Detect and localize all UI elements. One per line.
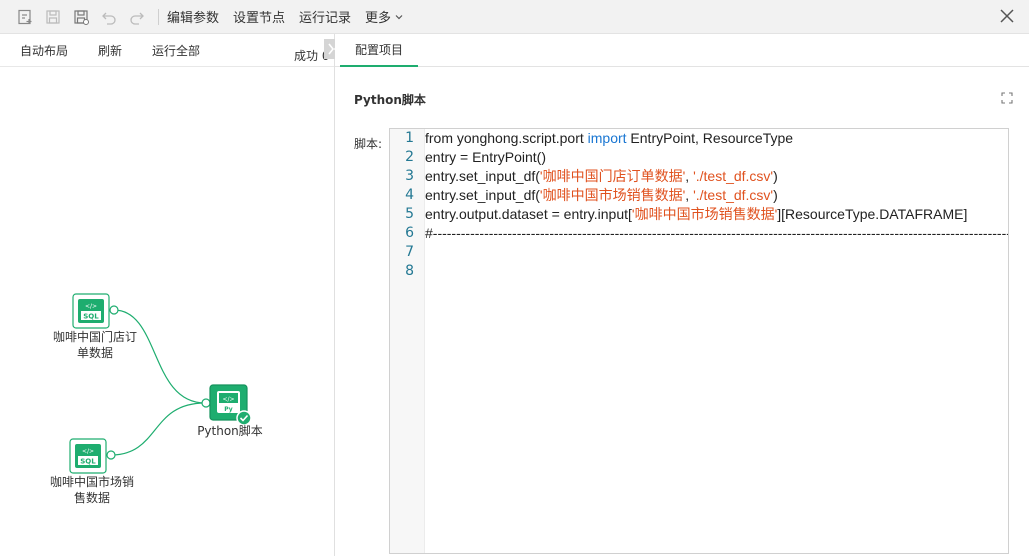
refresh-button[interactable]: 刷新 — [98, 42, 122, 59]
line-number: 2 — [405, 149, 414, 165]
svg-text:SQL: SQL — [83, 313, 99, 321]
line-number: 1 — [405, 130, 414, 146]
code-token: , — [685, 168, 694, 184]
code-token: ) — [773, 187, 778, 203]
node-label-line: 单数据 — [76, 346, 113, 360]
new-icon[interactable] — [14, 6, 36, 28]
config-panel: 配置项目 Python脚本 脚本: 1 2 3 4 5 6 7 8 from y… — [335, 34, 1029, 556]
undo-icon[interactable] — [98, 6, 120, 28]
node-label-line: 咖啡中国门店订 — [52, 330, 137, 344]
node-label-line: 咖啡中国市场销 — [49, 475, 134, 489]
edit-params-menu[interactable]: 编辑参数 — [167, 7, 219, 26]
code-token: entry.set_input_df( — [425, 168, 540, 184]
code-keyword: import — [587, 130, 627, 146]
code-line-6: #---------------------------------------… — [425, 225, 1008, 241]
line-number: 3 — [405, 168, 414, 184]
sql-node-store-orders: </> SQL — [72, 293, 119, 329]
run-all-button[interactable]: 运行全部 — [152, 42, 200, 59]
section-title: Python脚本 — [354, 93, 426, 107]
set-node-menu[interactable]: 设置节点 — [233, 7, 285, 26]
code-token: entry.output.dataset = entry.input[ — [425, 206, 632, 222]
script-field-label: 脚本: — [354, 137, 383, 151]
chevron-down-icon — [395, 14, 403, 19]
code-line-5: entry.output.dataset = entry.input['咖啡中国… — [425, 205, 967, 224]
python-node: </> Py — [201, 384, 252, 426]
config-tabs: 配置项目 — [335, 34, 1029, 67]
line-number: 4 — [405, 187, 414, 203]
line-number: 7 — [405, 244, 414, 260]
code-line-1: from yonghong.script.port import EntryPo… — [425, 129, 793, 148]
svg-text:</>: </> — [222, 396, 234, 403]
node-label-line: 售数据 — [73, 491, 110, 505]
workflow-panel: 自动布局 刷新 运行全部 成功 0 </> SQL </> SQL </> Py… — [0, 34, 344, 556]
code-editor[interactable]: 1 2 3 4 5 6 7 8 from yonghong.script.por… — [389, 128, 1009, 554]
line-number: 5 — [405, 206, 414, 222]
code-string: '咖啡中国市场销售数据' — [539, 187, 686, 203]
toolbar-divider — [158, 8, 159, 25]
more-menu-label: 更多 — [365, 11, 392, 26]
svg-text:</>: </> — [85, 303, 97, 310]
save-icon[interactable] — [42, 6, 64, 28]
tab-config-items[interactable]: 配置项目 — [340, 34, 418, 67]
run-history-menu[interactable]: 运行记录 — [299, 7, 351, 26]
more-menu[interactable]: 更多 — [365, 7, 404, 26]
save-as-icon[interactable] — [70, 6, 92, 28]
top-toolbar: 编辑参数 设置节点 运行记录 更多 — [0, 0, 1029, 34]
expand-icon[interactable] — [1001, 92, 1013, 104]
code-line-2: entry = EntryPoint() — [425, 149, 546, 165]
code-token: EntryPoint, ResourceType — [626, 130, 794, 146]
code-string: './test_df.csv' — [693, 187, 774, 203]
code-token: from yonghong.script.port — [425, 130, 588, 146]
code-string: '咖啡中国市场销售数据' — [631, 206, 778, 222]
line-number: 8 — [405, 263, 414, 279]
line-number-gutter: 1 2 3 4 5 6 7 8 — [390, 129, 425, 553]
code-line-3: entry.set_input_df('咖啡中国门店订单数据', './test… — [425, 167, 778, 186]
auto-layout-button[interactable]: 自动布局 — [20, 42, 68, 59]
code-string: './test_df.csv' — [693, 168, 774, 184]
python-node-label: Python脚本 — [197, 424, 263, 438]
code-string: '咖啡中国门店订单数据' — [539, 168, 686, 184]
close-icon[interactable] — [999, 8, 1015, 24]
code-token: entry.set_input_df( — [425, 187, 540, 203]
svg-text:</>: </> — [82, 448, 94, 455]
code-token: , — [685, 187, 694, 203]
code-token: ) — [773, 168, 778, 184]
code-token: ][ResourceType.DATAFRAME] — [777, 206, 968, 222]
svg-text:Py: Py — [224, 406, 233, 413]
sql-node-market-sales: </> SQL — [69, 438, 116, 474]
redo-icon[interactable] — [126, 6, 148, 28]
code-line-4: entry.set_input_df('咖啡中国市场销售数据', './test… — [425, 186, 778, 205]
line-number: 6 — [405, 225, 414, 241]
workflow-canvas[interactable]: </> SQL </> SQL </> Py 咖啡中国门店订 单数据 咖啡中国市… — [0, 67, 334, 556]
workflow-toolbar: 自动布局 刷新 运行全部 成功 0 — [0, 34, 344, 67]
svg-text:SQL: SQL — [80, 458, 96, 466]
sql-node-store-orders-label: 咖啡中国门店订 单数据 — [50, 329, 140, 361]
sql-node-market-sales-label: 咖啡中国市场销 售数据 — [47, 474, 137, 506]
